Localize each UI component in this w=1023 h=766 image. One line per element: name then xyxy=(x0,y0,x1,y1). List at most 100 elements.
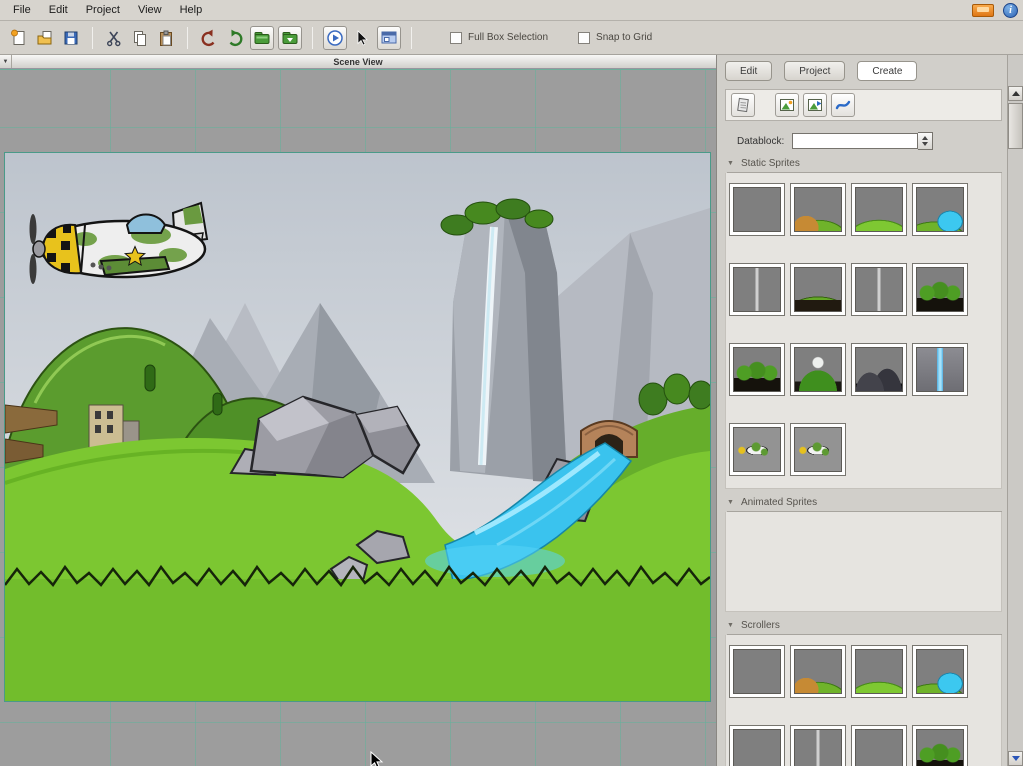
play-button[interactable] xyxy=(323,26,347,50)
undo-button[interactable] xyxy=(197,26,221,50)
sprite-thumbnail-trees-dark[interactable] xyxy=(912,263,968,316)
sprite-thumbnail-water[interactable] xyxy=(912,645,968,698)
new-icon xyxy=(10,29,28,47)
sprite-thumbnail-hill-green[interactable] xyxy=(851,645,907,698)
sprite-thumbnail-gray[interactable] xyxy=(729,645,785,698)
sprite-thumbnail-plane[interactable] xyxy=(729,423,785,476)
static-sprite-tool-button[interactable] xyxy=(775,93,799,117)
sprite-thumbnail-mtn-dark[interactable] xyxy=(851,343,907,396)
grass-layer[interactable] xyxy=(5,567,710,701)
animated-sprites-grid xyxy=(725,512,1002,612)
orange-status-icon[interactable] xyxy=(972,4,994,17)
stepper-up-icon xyxy=(922,136,928,140)
collapse-triangle-icon[interactable]: ▼ xyxy=(727,160,734,167)
datablock-dropdown[interactable] xyxy=(792,133,918,149)
save-button[interactable] xyxy=(59,26,83,50)
scene-view-menu-toggle[interactable]: ▼ xyxy=(0,55,12,68)
scrollers-header[interactable]: ▼ Scrollers xyxy=(727,620,1002,635)
cut-icon xyxy=(105,29,123,47)
sprite-art xyxy=(733,347,781,392)
collapse-triangle-icon[interactable]: ▼ xyxy=(727,499,734,506)
sprite-thumbnail-gray[interactable] xyxy=(851,725,907,766)
full-box-selection-checkbox[interactable]: Full Box Selection xyxy=(450,32,548,44)
scroll-up-button[interactable] xyxy=(1008,86,1023,101)
checkbox-label: Full Box Selection xyxy=(468,32,548,43)
sprite-thumbnail-hill-sand[interactable] xyxy=(790,645,846,698)
sprite-art xyxy=(916,267,964,312)
scroll-down-button[interactable] xyxy=(1008,751,1023,766)
section-title: Animated Sprites xyxy=(741,497,817,508)
sprite-art xyxy=(794,187,842,232)
sprite-row xyxy=(729,645,1001,698)
static-sprites-header[interactable]: ▼ Static Sprites xyxy=(727,158,1002,173)
sprite-thumbnail-fall[interactable] xyxy=(912,343,968,396)
scrollbar-thumb[interactable] xyxy=(1008,103,1023,149)
sprite-thumbnail-gray[interactable] xyxy=(729,183,785,236)
open-button[interactable] xyxy=(33,26,57,50)
menu-view[interactable]: View xyxy=(129,1,171,19)
sprite-thumbnail-vline[interactable] xyxy=(729,263,785,316)
tab-project[interactable]: Project xyxy=(784,61,845,81)
new-button[interactable] xyxy=(7,26,31,50)
toolbar-separator xyxy=(411,27,412,49)
datablock-row: Datablock: xyxy=(737,132,1002,150)
datablock-page-icon xyxy=(735,97,751,113)
section-title: Static Sprites xyxy=(741,158,800,169)
checkbox-box[interactable] xyxy=(450,32,462,44)
sprite-art xyxy=(855,729,903,766)
datablock-stepper[interactable] xyxy=(918,132,933,150)
paste-button[interactable] xyxy=(154,26,178,50)
cut-button[interactable] xyxy=(102,26,126,50)
sprite-thumbnail-mtn-snow[interactable] xyxy=(790,343,846,396)
scene-canvas[interactable] xyxy=(5,153,710,701)
menu-project[interactable]: Project xyxy=(77,1,129,19)
sprite-thumbnail-water[interactable] xyxy=(912,183,968,236)
toolbar-separator xyxy=(312,27,313,49)
sprite-art xyxy=(794,649,842,694)
snap-to-grid-checkbox[interactable]: Snap to Grid xyxy=(578,32,652,44)
panel-scrollbar[interactable] xyxy=(1007,55,1023,766)
menu-file[interactable]: File xyxy=(4,1,40,19)
animated-sprites-header[interactable]: ▼ Animated Sprites xyxy=(727,497,1002,512)
create-panel: Edit Project Create xyxy=(717,55,1023,766)
sprite-row xyxy=(729,183,1001,236)
collapse-triangle-icon[interactable]: ▼ xyxy=(727,622,734,629)
sprite-thumbnail-trees-dark[interactable] xyxy=(912,725,968,766)
sprite-row xyxy=(729,343,1001,396)
sprite-thumbnail-vline[interactable] xyxy=(790,725,846,766)
copy-button[interactable] xyxy=(128,26,152,50)
info-icon[interactable]: i xyxy=(1003,3,1018,18)
tab-create[interactable]: Create xyxy=(857,61,917,81)
sprite-thumbnail-gray[interactable] xyxy=(729,725,785,766)
scene-viewport[interactable] xyxy=(0,69,716,766)
checkbox-box[interactable] xyxy=(578,32,590,44)
layout-button[interactable] xyxy=(377,26,401,50)
sprite-thumbnail-plane[interactable] xyxy=(790,423,846,476)
play-icon xyxy=(326,29,344,47)
menu-bar: File Edit Project View Help i xyxy=(0,0,1023,21)
sprite-thumbnail-hill-dark[interactable] xyxy=(790,263,846,316)
sprite-thumbnail-vline[interactable] xyxy=(851,263,907,316)
tab-edit[interactable]: Edit xyxy=(725,61,772,81)
sprite-thumbnail-hill-green[interactable] xyxy=(851,183,907,236)
menu-edit[interactable]: Edit xyxy=(40,1,77,19)
redo-button[interactable] xyxy=(223,26,247,50)
scrollbar-track[interactable] xyxy=(1008,101,1023,751)
sprite-thumbnail-trees-dark[interactable] xyxy=(729,343,785,396)
checkbox-label: Snap to Grid xyxy=(596,32,652,43)
main-toolbar: Full Box Selection Snap to Grid xyxy=(0,21,1023,55)
sprite-thumbnail-hill-sand[interactable] xyxy=(790,183,846,236)
select-tool-button[interactable] xyxy=(350,26,374,50)
scroller-tool-button[interactable] xyxy=(831,93,855,117)
sprite-row xyxy=(729,725,1001,766)
scrollers-grid xyxy=(725,635,1002,766)
cursor-icon xyxy=(353,29,371,47)
datablock-page-button[interactable] xyxy=(731,93,755,117)
sprite-art xyxy=(733,649,781,694)
sprite-art xyxy=(794,427,842,472)
scene-view-header: ▼ Scene View xyxy=(0,55,716,69)
level-folder-alt-button[interactable] xyxy=(278,26,302,50)
menu-help[interactable]: Help xyxy=(171,1,212,19)
level-folder-button[interactable] xyxy=(250,26,274,50)
animated-sprite-tool-button[interactable] xyxy=(803,93,827,117)
